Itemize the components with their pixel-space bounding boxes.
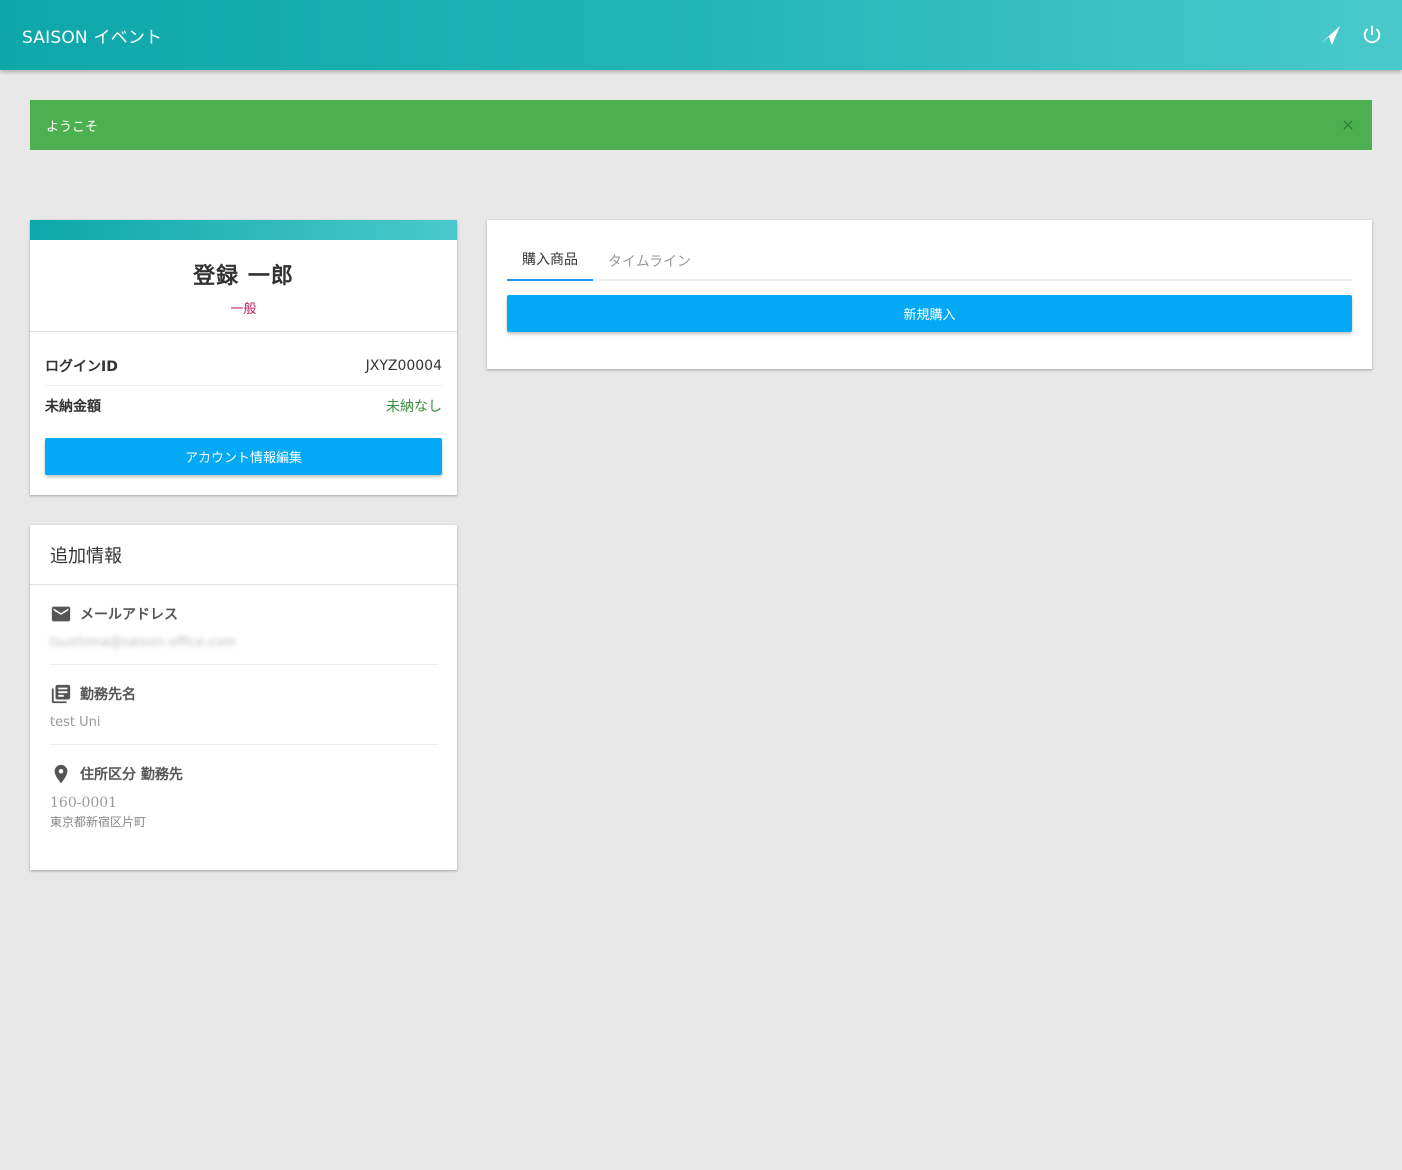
profile-card-band xyxy=(30,220,457,240)
address-label: 住所区分 勤務先 xyxy=(80,767,183,783)
tab-timeline[interactable]: タイムライン xyxy=(593,251,706,281)
unpaid-amount-label: 未納金額 xyxy=(45,399,101,415)
email-header: メールアドレス xyxy=(50,603,438,625)
postal-code: 160-0001 xyxy=(50,795,118,811)
user-role: 一般 xyxy=(230,302,257,317)
email-item: メールアドレス tsushima@saison-office.com xyxy=(50,585,438,665)
app-title: SAISON イベント xyxy=(22,27,163,48)
workplace-header: 勤務先名 xyxy=(50,683,438,705)
login-id-row: ログインID JXYZ00004 xyxy=(45,346,442,386)
profile-card: 登録 一郎 一般 ログインID JXYZ00004 未納金額 未納なし アカウン… xyxy=(30,220,457,495)
workplace-item: 勤務先名 test Uni xyxy=(50,665,438,745)
user-name: 登録 一郎 xyxy=(193,264,294,289)
profile-header: 登録 一郎 一般 xyxy=(30,240,457,332)
purchases-card: 購入商品 タイムライン 新規購入 xyxy=(487,220,1372,369)
topbar-actions xyxy=(1318,23,1384,47)
location-pin-icon xyxy=(54,764,68,784)
mail-icon xyxy=(51,606,71,622)
new-purchase-button[interactable]: 新規購入 xyxy=(507,295,1352,332)
workplace-value: test Uni xyxy=(50,715,101,730)
top-app-bar: SAISON イベント xyxy=(0,0,1402,70)
welcome-alert: ようこそ xyxy=(30,100,1372,150)
power-icon[interactable] xyxy=(1360,23,1384,47)
library-books-icon xyxy=(51,684,71,704)
extra-info-body: メールアドレス tsushima@saison-office.com 勤務先名 … xyxy=(30,585,457,844)
profile-info-list: ログインID JXYZ00004 未納金額 未納なし xyxy=(30,346,457,426)
tab-purchased-items[interactable]: 購入商品 xyxy=(507,249,593,281)
alert-message: ようこそ xyxy=(46,119,99,135)
extra-info-title: 追加情報 xyxy=(30,525,457,585)
address-value: 東京都新宿区片町 xyxy=(50,815,147,829)
email-value: tsushima@saison-office.com xyxy=(50,635,237,650)
send-icon[interactable] xyxy=(1318,23,1342,47)
unpaid-amount-value: 未納なし xyxy=(386,399,442,415)
close-icon[interactable] xyxy=(1340,117,1356,133)
unpaid-amount-row: 未納金額 未納なし xyxy=(45,386,442,426)
edit-account-button[interactable]: アカウント情報編集 xyxy=(45,438,442,475)
login-id-value: JXYZ00004 xyxy=(365,357,442,374)
email-label: メールアドレス xyxy=(80,607,178,623)
workplace-label: 勤務先名 xyxy=(80,687,136,703)
address-item: 住所区分 勤務先 160-0001 東京都新宿区片町 xyxy=(50,745,438,844)
extra-info-card: 追加情報 メールアドレス tsushima@saison-office.com … xyxy=(30,525,457,870)
address-header: 住所区分 勤務先 xyxy=(50,763,438,785)
tab-bar: 購入商品 タイムライン xyxy=(507,220,1352,281)
login-id-label: ログインID xyxy=(45,358,118,375)
